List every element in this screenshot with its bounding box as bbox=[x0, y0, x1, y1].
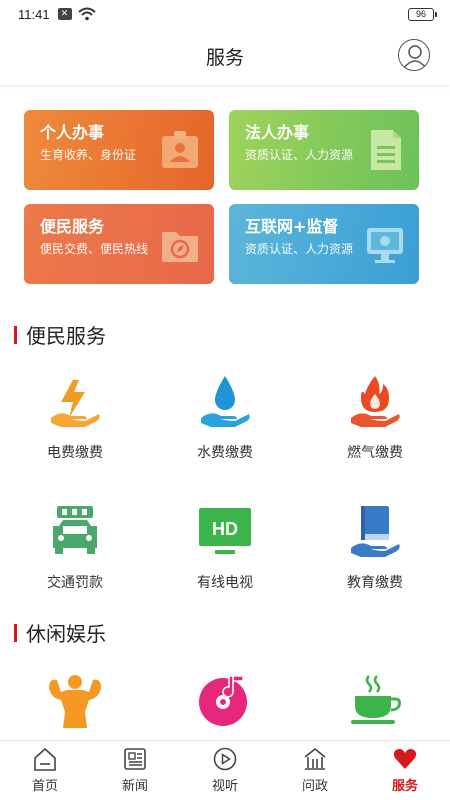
page-title: 服务 bbox=[205, 47, 244, 69]
card-legal-affairs[interactable]: 法人办事 资质认证、人力资源 bbox=[229, 110, 419, 190]
nav-audiovisual[interactable]: 视听 bbox=[180, 741, 270, 800]
grid-label: 燃气缴费 bbox=[347, 445, 403, 461]
section-accent-bar bbox=[14, 325, 17, 344]
nav-services[interactable]: 服务 bbox=[360, 741, 450, 800]
grid-item-traffic-fine[interactable]: 交通罚款 bbox=[0, 496, 150, 626]
play-icon bbox=[213, 747, 237, 771]
card-personal-affairs[interactable]: 个人办事 生育收养、身份证 bbox=[24, 110, 214, 190]
nav-label: 首页 bbox=[31, 779, 58, 794]
status-time: 11:41 bbox=[18, 6, 50, 22]
document-icon bbox=[371, 130, 401, 170]
folder-compass-icon bbox=[162, 232, 198, 262]
card-subtitle: 生育收养、身份证 bbox=[40, 148, 137, 162]
nav-label: 视听 bbox=[211, 779, 238, 794]
hd-tv-icon: HD bbox=[199, 508, 251, 554]
card-subtitle: 资质认证、人力资源 bbox=[245, 242, 354, 256]
government-icon bbox=[304, 747, 326, 770]
grid-label: 电费缴费 bbox=[47, 445, 103, 461]
nav-inquiry[interactable]: 问政 bbox=[270, 741, 360, 800]
status-bar: 11:41 ✕ 96 bbox=[0, 0, 450, 28]
grid-item-education[interactable]: 教育缴费 bbox=[300, 496, 450, 626]
card-convenience-services[interactable]: 便民服务 便民交费、便民热线 bbox=[24, 204, 214, 284]
fitness-icon bbox=[49, 675, 101, 728]
wifi-icon bbox=[77, 7, 96, 21]
service-cards: 个人办事 生育收养、身份证 法人办事 资质认证、人力资源 便民服务 便民交费、便… bbox=[24, 110, 419, 284]
car-icon bbox=[53, 506, 97, 554]
section-title: 便民服务 bbox=[26, 324, 106, 348]
section-accent-bar bbox=[14, 623, 17, 642]
convenience-grid: 电费缴费 水费缴费 燃气缴费 交通罚款 HD 有线电视 教育缴费 bbox=[0, 366, 450, 626]
tea-cup-icon bbox=[351, 675, 401, 724]
water-drop-icon bbox=[201, 376, 250, 427]
notification-icon: ✕ bbox=[57, 8, 72, 20]
nav-label: 服务 bbox=[391, 779, 418, 794]
card-subtitle: 资质认证、人力资源 bbox=[245, 148, 354, 162]
nav-label: 问政 bbox=[301, 779, 328, 794]
heart-icon bbox=[393, 748, 417, 769]
home-icon bbox=[34, 747, 56, 771]
nav-home[interactable]: 首页 bbox=[0, 741, 90, 800]
section-header-leisure: 休闲娱乐 bbox=[14, 618, 106, 647]
grid-label: 交通罚款 bbox=[47, 575, 103, 591]
gas-flame-icon bbox=[351, 376, 400, 427]
news-icon bbox=[124, 748, 146, 770]
nav-label: 新闻 bbox=[121, 779, 148, 794]
grid-item-electricity[interactable]: 电费缴费 bbox=[0, 366, 150, 496]
book-icon bbox=[351, 506, 400, 557]
id-card-icon bbox=[162, 131, 198, 168]
card-internet-supervision[interactable]: 互联网+监督 资质认证、人力资源 bbox=[229, 204, 419, 284]
music-disc-icon bbox=[199, 675, 247, 726]
card-subtitle: 便民交费、便民热线 bbox=[40, 242, 149, 256]
battery-icon: 96 bbox=[408, 7, 437, 21]
grid-item-gas[interactable]: 燃气缴费 bbox=[300, 366, 450, 496]
grid-item-water[interactable]: 水费缴费 bbox=[150, 366, 300, 496]
avatar-icon[interactable] bbox=[398, 39, 430, 71]
section-title: 休闲娱乐 bbox=[26, 622, 106, 646]
monitor-icon bbox=[367, 228, 403, 263]
grid-label: 教育缴费 bbox=[347, 575, 403, 591]
svg-text:HD: HD bbox=[212, 519, 238, 539]
grid-item-cable-tv[interactable]: HD 有线电视 bbox=[150, 496, 300, 626]
grid-label: 水费缴费 bbox=[197, 445, 253, 461]
electricity-icon bbox=[51, 380, 100, 427]
grid-label: 有线电视 bbox=[197, 575, 253, 591]
header: 服务 bbox=[0, 28, 450, 86]
nav-news[interactable]: 新闻 bbox=[90, 741, 180, 800]
section-header-convenience: 便民服务 bbox=[14, 320, 106, 349]
bottom-nav: 首页 新闻 视听 问政 服务 bbox=[0, 740, 450, 800]
